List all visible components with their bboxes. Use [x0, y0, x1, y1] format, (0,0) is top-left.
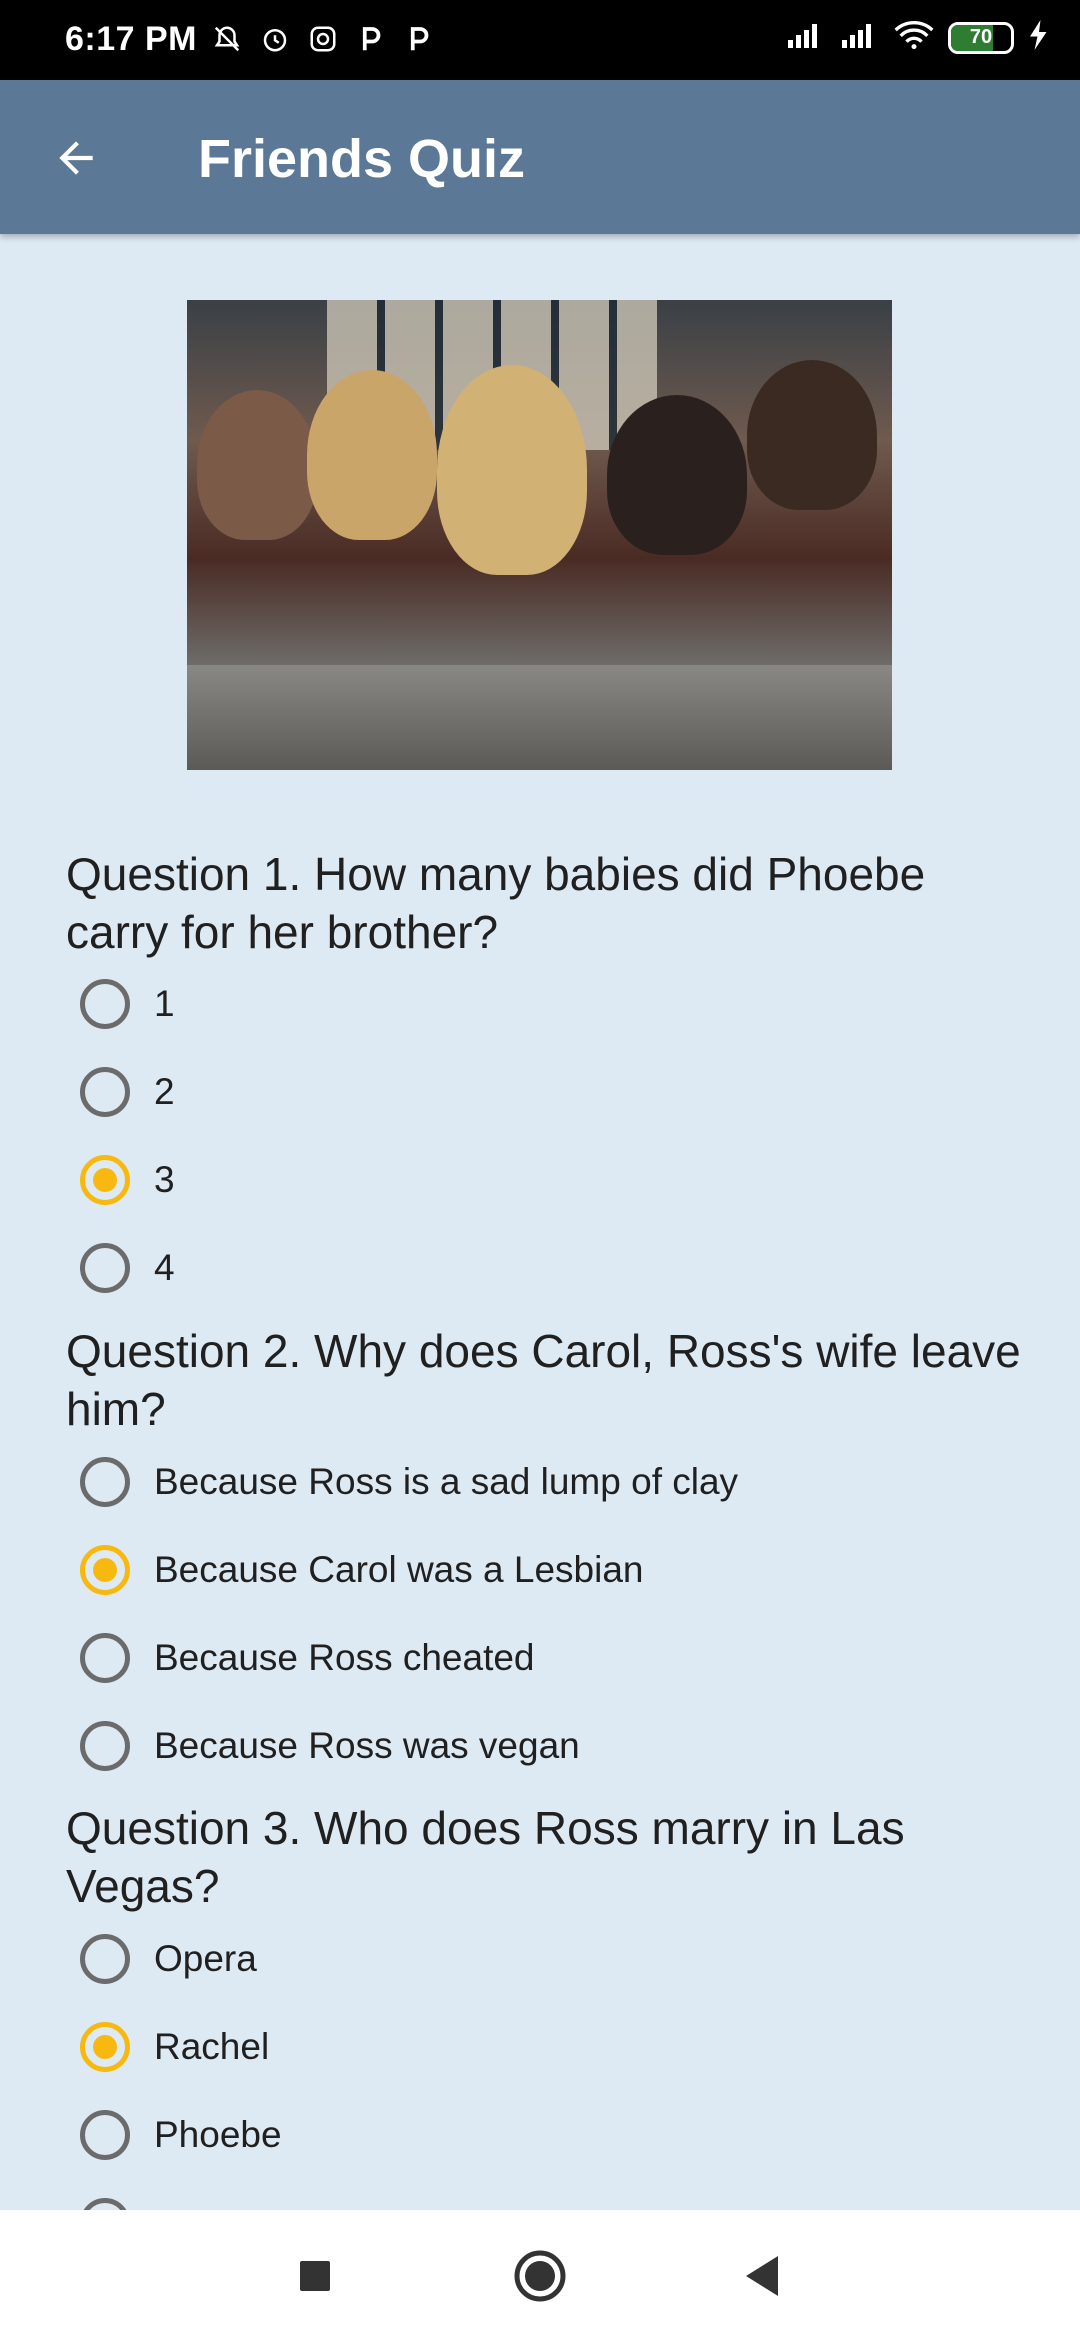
p-app-icon [354, 22, 388, 56]
instagram-icon [306, 22, 340, 56]
option-q3-4[interactable] [80, 2188, 130, 2210]
radio-button[interactable] [80, 2198, 130, 2210]
signal-icon [786, 20, 826, 55]
option-q1-1[interactable]: 1 [80, 969, 175, 1039]
option-q1-4[interactable]: 4 [80, 1233, 175, 1303]
option-q1-3[interactable]: 3 [80, 1145, 175, 1215]
question-3: Question 3. Who does Ross marry in Las V… [66, 1802, 905, 1912]
circle-icon [514, 2250, 566, 2302]
status-bar: 6:17 PM 70 [0, 0, 1080, 80]
quiz-image [187, 300, 892, 770]
option-label: 3 [154, 1159, 175, 1200]
square-icon [300, 2261, 330, 2291]
radio-button[interactable] [80, 979, 130, 1029]
radio-button[interactable] [80, 1633, 130, 1683]
status-time: 6:17 PM [65, 20, 197, 58]
option-q3-1[interactable]: Opera [80, 1924, 257, 1994]
option-label: 1 [154, 983, 175, 1024]
home-button[interactable] [510, 2246, 570, 2306]
radio-button[interactable] [80, 1721, 130, 1771]
radio-button[interactable] [80, 2110, 130, 2160]
signal-icon [840, 20, 880, 55]
charging-icon [1028, 20, 1050, 55]
app-bar: Friends Quiz [0, 80, 1080, 234]
page-title: Friends Quiz [198, 129, 526, 189]
option-q2-2[interactable]: Because Carol was a Lesbian [80, 1535, 644, 1605]
radio-button[interactable] [80, 1155, 130, 1205]
option-q2-1[interactable]: Because Ross is a sad lump of clay [80, 1447, 738, 1517]
option-label: Rachel [154, 2026, 270, 2067]
battery-indicator: 70 [948, 21, 1014, 54]
option-label: Opera [154, 1938, 257, 1979]
option-label: Phoebe [154, 2114, 282, 2155]
arrow-back-icon [59, 141, 93, 175]
wifi-icon [894, 20, 934, 55]
option-label: 4 [154, 1247, 175, 1288]
recents-button[interactable] [285, 2246, 345, 2306]
bell-off-icon [210, 22, 244, 56]
question-1: Question 1. How many babies did Phoebe c… [66, 848, 926, 958]
option-label: Because Carol was a Lesbian [154, 1549, 644, 1590]
option-label: 2 [154, 1071, 175, 1112]
question-2: Question 2. Why does Carol, Ross's wife … [66, 1325, 1021, 1435]
radio-button[interactable] [80, 1934, 130, 1984]
system-icons: 70 [786, 20, 1050, 55]
battery-level: 70 [969, 26, 993, 48]
option-label: Because Ross cheated [154, 1637, 535, 1678]
option-label: Because Ross is a sad lump of clay [154, 1461, 739, 1502]
radio-button[interactable] [80, 1243, 130, 1293]
notification-icons [210, 22, 436, 56]
option-q1-2[interactable]: 2 [80, 1057, 175, 1127]
quiz-content[interactable]: Question 1. How many babies did Phoebe c… [0, 234, 1080, 2210]
back-nav-button[interactable] [732, 2246, 792, 2306]
alarm-icon [258, 22, 292, 56]
radio-button[interactable] [80, 1067, 130, 1117]
radio-button[interactable] [80, 2022, 130, 2072]
option-q3-3[interactable]: Phoebe [80, 2100, 282, 2170]
back-button[interactable] [40, 122, 112, 194]
p-app-icon [402, 22, 436, 56]
option-q2-3[interactable]: Because Ross cheated [80, 1623, 535, 1693]
radio-button[interactable] [80, 1457, 130, 1507]
option-q3-2[interactable]: Rachel [80, 2012, 269, 2082]
triangle-back-icon [746, 2256, 778, 2296]
option-label: Because Ross was vegan [154, 1725, 580, 1766]
option-q2-4[interactable]: Because Ross was vegan [80, 1711, 580, 1781]
radio-button[interactable] [80, 1545, 130, 1595]
navigation-bar [0, 2210, 1080, 2340]
